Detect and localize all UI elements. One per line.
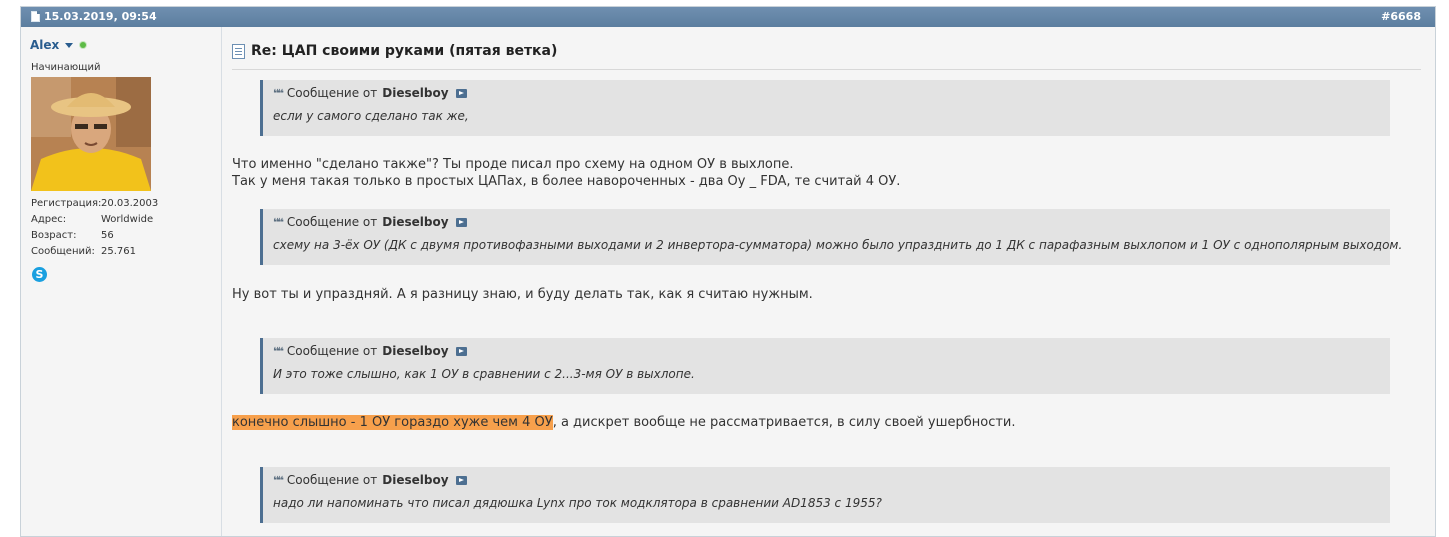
quote-block: ❝❝ Сообщение от Dieselboy схему на 3-ёх … bbox=[260, 209, 1402, 265]
reply-text: Ну вот ты и упраздняй. А я разницу знаю,… bbox=[232, 287, 813, 302]
reply-text: Что именно "сделано также"? Ты проде пис… bbox=[232, 157, 901, 189]
highlighted-text: конечно слышно - 1 ОУ гораздо хуже чем 4… bbox=[232, 415, 553, 430]
post-title: Re: ЦАП своими руками (пятая ветка) bbox=[251, 43, 558, 59]
stat-posts: Сообщений: 25.761 bbox=[31, 246, 136, 257]
skype-icon[interactable]: S bbox=[32, 267, 47, 282]
post-title-row: Re: ЦАП своими руками (пятая ветка) bbox=[232, 43, 1421, 70]
avatar[interactable] bbox=[31, 77, 151, 191]
post-header: 15.03.2019, 09:54 #6668 bbox=[21, 7, 1435, 27]
quote-icon: ❝❝ bbox=[273, 215, 284, 229]
post-content: Re: ЦАП своими руками (пятая ветка) ❝❝ С… bbox=[230, 27, 1421, 536]
chevron-down-icon[interactable] bbox=[65, 42, 74, 48]
username[interactable]: Alex bbox=[30, 38, 59, 52]
username-menu[interactable]: Alex bbox=[30, 38, 87, 52]
post-date: 15.03.2019, 09:54 bbox=[31, 10, 157, 23]
quote-header: ❝❝ Сообщение от Dieselboy bbox=[273, 473, 467, 487]
quote-author: Dieselboy bbox=[382, 86, 449, 100]
stat-age: Возраст: 56 bbox=[31, 230, 114, 241]
quote-header: ❝❝ Сообщение от Dieselboy bbox=[273, 86, 467, 100]
quote-block: ❝❝ Сообщение от Dieselboy И это тоже слы… bbox=[260, 338, 1390, 394]
online-status-icon bbox=[80, 42, 87, 48]
user-rank: Начинающий bbox=[31, 62, 101, 73]
quote-author: Dieselboy bbox=[382, 344, 449, 358]
quote-header: ❝❝ Сообщение от Dieselboy bbox=[273, 215, 467, 229]
forum-post: 15.03.2019, 09:54 #6668 Alex Начинающий bbox=[20, 6, 1436, 537]
quote-author: Dieselboy bbox=[382, 215, 449, 229]
view-post-icon[interactable] bbox=[455, 88, 467, 98]
quote-icon: ❝❝ bbox=[273, 473, 284, 487]
quote-block: ❝❝ Сообщение от Dieselboy надо ли напоми… bbox=[260, 467, 1390, 523]
post-date-text: 15.03.2019, 09:54 bbox=[44, 10, 157, 23]
post-title-icon bbox=[232, 44, 245, 59]
quote-author: Dieselboy bbox=[382, 473, 449, 487]
quote-text: надо ли напоминать что писал дядюшка Lyn… bbox=[273, 496, 882, 510]
quote-block: ❝❝ Сообщение от Dieselboy если у самого … bbox=[260, 80, 1390, 136]
stat-registration: Регистрация: 20.03.2003 bbox=[31, 198, 159, 209]
post-document-icon bbox=[31, 11, 40, 22]
view-post-icon[interactable] bbox=[455, 475, 467, 485]
quote-text: И это тоже слышно, как 1 ОУ в сравнении … bbox=[273, 367, 695, 381]
quote-icon: ❝❝ bbox=[273, 86, 284, 100]
stat-location: Адрес: Worldwide bbox=[31, 214, 154, 225]
quote-text: схему на 3-ёх ОУ (ДК с двумя противофазн… bbox=[273, 238, 1403, 252]
reply-text: конечно слышно - 1 ОУ гораздо хуже чем 4… bbox=[232, 415, 1016, 430]
quote-header: ❝❝ Сообщение от Dieselboy bbox=[273, 344, 467, 358]
quote-icon: ❝❝ bbox=[273, 344, 284, 358]
post-number-link[interactable]: #6668 bbox=[1381, 10, 1421, 23]
view-post-icon[interactable] bbox=[455, 217, 467, 227]
view-post-icon[interactable] bbox=[455, 346, 467, 356]
user-stats: Регистрация: 20.03.2003 Адрес: Worldwide… bbox=[31, 196, 158, 260]
user-info-panel: Alex Начинающий Регистрация: 20.03.2003 … bbox=[21, 27, 222, 536]
quote-text: если у самого сделано так же, bbox=[273, 109, 469, 123]
